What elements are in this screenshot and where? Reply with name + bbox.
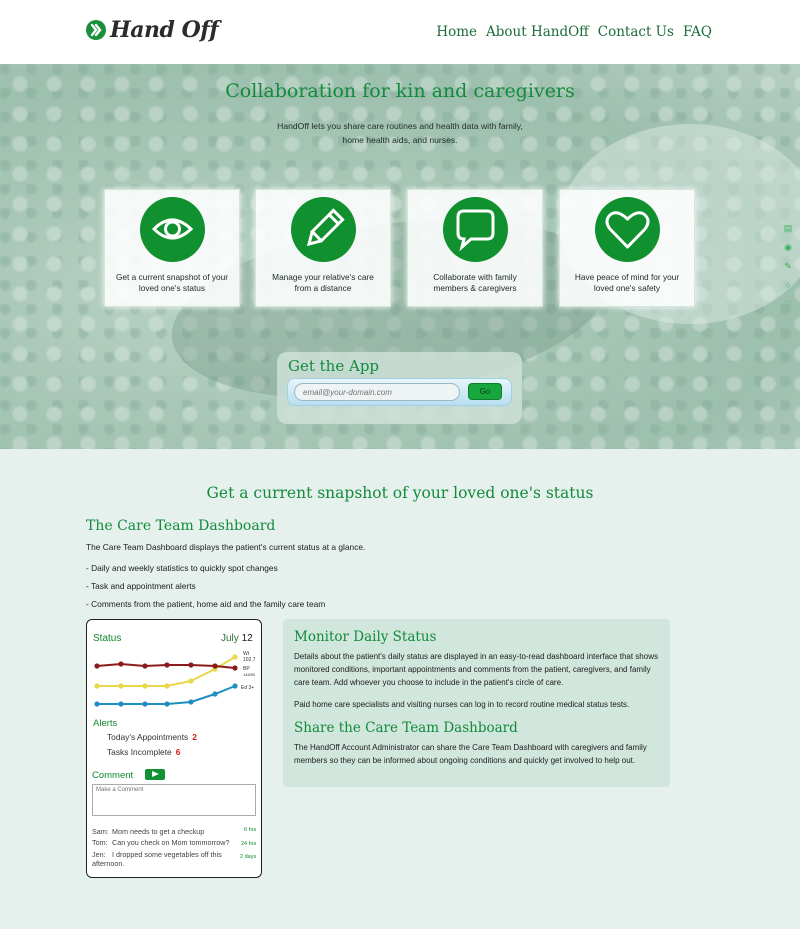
dashboard-title: The Care Team Dashboard bbox=[86, 518, 276, 534]
comment-time: 24 hrs bbox=[241, 841, 257, 847]
feature-card-snapshot[interactable]: Get a current snapshot of your loved one… bbox=[104, 189, 240, 307]
nav-faq[interactable]: FAQ bbox=[683, 24, 712, 40]
feature-text: Manage your relative's care from a dista… bbox=[272, 272, 374, 293]
chart-point bbox=[188, 699, 194, 705]
main-nav: Home About HandOff Contact Us FAQ bbox=[436, 24, 712, 40]
chat-bubble-icon[interactable]: ○ bbox=[783, 279, 793, 291]
hero-section: Collaboration for kin and caregivers Han… bbox=[0, 64, 800, 449]
status-label: Status bbox=[93, 633, 122, 644]
logo[interactable]: Hand Off bbox=[86, 17, 219, 43]
comment-author: Tom: bbox=[92, 838, 108, 847]
monitor-paragraph-2: Paid home care specialists and visiting … bbox=[294, 700, 630, 709]
chart-point bbox=[142, 683, 148, 689]
feature-text: Get a current snapshot of your loved one… bbox=[115, 272, 229, 293]
chart-point bbox=[164, 662, 170, 668]
feature-text: Have peace of mind for your loved one's … bbox=[574, 272, 680, 293]
pencil-icon bbox=[290, 197, 356, 262]
side-icon-bar: ▤ ◉ ✎ ○ ♡ bbox=[783, 222, 793, 310]
comment-item: Sam: Mom needs to get a checkup bbox=[92, 827, 252, 836]
chart-point bbox=[94, 683, 100, 689]
share-title: Share the Care Team Dashboard bbox=[294, 720, 518, 736]
info-panel: Monitor Daily Status Details about the p… bbox=[283, 619, 670, 787]
status-trend-chart: Wt 102.7 BP 145/90 Ed 3+ bbox=[94, 651, 256, 707]
nav-home[interactable]: Home bbox=[436, 24, 477, 40]
feature-list: - Daily and weekly statistics to quickly… bbox=[86, 563, 325, 617]
chart-point bbox=[212, 663, 218, 669]
get-app-form: Go bbox=[287, 378, 512, 406]
chart-point bbox=[94, 663, 100, 669]
alerts-label: Alerts bbox=[93, 718, 118, 729]
chart-point bbox=[232, 665, 238, 671]
monitor-title: Monitor Daily Status bbox=[294, 629, 437, 645]
logo-text: Hand Off bbox=[110, 17, 219, 43]
monitor-paragraph: Details about the patient's daily status… bbox=[294, 652, 658, 687]
appointments-count: 2 bbox=[192, 732, 197, 742]
chart-point bbox=[118, 683, 124, 689]
nav-about[interactable]: About HandOff bbox=[486, 24, 589, 40]
appointments-label: Today's Appointments bbox=[107, 732, 189, 742]
chart-point bbox=[164, 701, 170, 707]
appointments-alert[interactable]: Today's Appointments 2 bbox=[107, 732, 197, 742]
comment-input[interactable] bbox=[92, 784, 256, 816]
comment-author: Sam: bbox=[92, 827, 109, 836]
pencil-icon[interactable]: ✎ bbox=[783, 260, 793, 272]
list-item: - Task and appointment alerts bbox=[86, 581, 196, 591]
share-paragraph: The HandOff Account Administrator can sh… bbox=[294, 743, 647, 765]
chart-point bbox=[188, 678, 194, 684]
site-header: Hand Off Home About HandOff Contact Us F… bbox=[0, 0, 800, 64]
comment-label: Comment bbox=[92, 770, 134, 781]
chart-point bbox=[142, 663, 148, 669]
eye-icon bbox=[139, 197, 205, 262]
comment-item: Jen: I dropped some vegetables off this a… bbox=[92, 850, 232, 868]
hero-title: Collaboration for kin and caregivers bbox=[225, 80, 575, 102]
tasks-alert[interactable]: Tasks Incomplete 6 bbox=[107, 747, 180, 757]
chart-point bbox=[188, 662, 194, 668]
handoff-logo-icon bbox=[86, 20, 106, 40]
send-comment-button[interactable] bbox=[145, 769, 165, 780]
hero-subtitle: HandOff lets you share care routines and… bbox=[277, 121, 523, 145]
section-title: Get a current snapshot of your loved one… bbox=[206, 484, 594, 502]
eye-icon[interactable]: ◉ bbox=[783, 241, 793, 253]
wt-value: 102.7 bbox=[243, 657, 256, 663]
comment-text: I dropped some vegetables off this after… bbox=[92, 850, 222, 868]
feature-card-manage[interactable]: Manage your relative's care from a dista… bbox=[255, 189, 391, 307]
ed-label: Ed 3+ bbox=[241, 685, 254, 691]
email-input[interactable] bbox=[294, 383, 460, 401]
feature-card-collaborate[interactable]: Collaborate with family members & caregi… bbox=[407, 189, 543, 307]
chart-point bbox=[232, 654, 238, 660]
chart-point bbox=[118, 661, 124, 667]
comment-item: Tom: Can you check on Mom tommorrow? bbox=[92, 838, 252, 847]
comment-time: 6 hrs bbox=[244, 827, 257, 833]
get-app-title: Get the App bbox=[288, 357, 380, 375]
comment-text: Can you check on Mom tommorrow? bbox=[112, 838, 230, 847]
dashboard-description: The Care Team Dashboard displays the pat… bbox=[86, 542, 366, 552]
get-app-box: Get the App Go bbox=[277, 352, 522, 424]
nav-contact[interactable]: Contact Us bbox=[598, 24, 674, 40]
feature-card-peace[interactable]: Have peace of mind for your loved one's … bbox=[559, 189, 695, 307]
chart-point bbox=[212, 691, 218, 697]
chart-point bbox=[118, 701, 124, 707]
chart-point bbox=[164, 683, 170, 689]
chat-bubble-icon bbox=[442, 197, 508, 262]
chart-point bbox=[232, 683, 238, 689]
heart-icon bbox=[594, 197, 660, 262]
dashboard-phone-mockup: Status July 12 Wt 102.7 BP 145/90 Ed 3+ … bbox=[86, 619, 262, 878]
list-item: - Daily and weekly statistics to quickly… bbox=[86, 563, 278, 573]
comment-author: Jen: bbox=[92, 850, 106, 859]
heart-icon[interactable]: ♡ bbox=[783, 298, 793, 310]
list-item: - Comments from the patient, home aid an… bbox=[86, 599, 326, 609]
comment-time: 2 days bbox=[240, 854, 257, 860]
feature-text: Collaborate with family members & caregi… bbox=[433, 272, 517, 293]
tasks-label: Tasks Incomplete bbox=[107, 747, 172, 757]
briefcase-icon[interactable]: ▤ bbox=[783, 222, 793, 234]
bp-value: 145/90 bbox=[243, 672, 256, 677]
go-button[interactable]: Go bbox=[468, 383, 502, 400]
chart-point bbox=[94, 701, 100, 707]
chart-point bbox=[142, 701, 148, 707]
date-month: July bbox=[221, 633, 239, 644]
comment-text: Mom needs to get a checkup bbox=[112, 827, 205, 836]
date-label: July 12 bbox=[221, 633, 253, 644]
date-day: 12 bbox=[241, 633, 253, 644]
tasks-count: 6 bbox=[175, 747, 181, 757]
